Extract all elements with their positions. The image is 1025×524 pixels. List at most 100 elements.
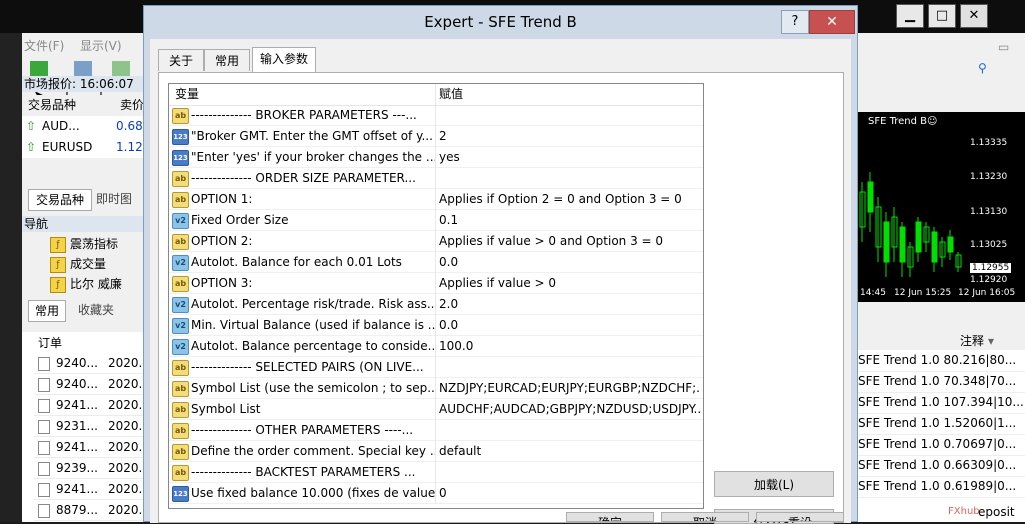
parameter-value[interactable]: NZDJPY;EURCAD;EURJPY;EURGBP;NZDCHF;... <box>439 378 701 399</box>
parameter-row[interactable]: v2 Fixed Order Size 0.1 <box>169 210 703 231</box>
tab-about[interactable]: 关于 <box>158 49 204 71</box>
menu-file[interactable]: 文件(F) <box>24 37 64 54</box>
terminal-close-button[interactable]: ✕ <box>960 4 988 28</box>
order-id: 9240... <box>56 377 98 391</box>
terminal-minimize-button[interactable]: ▁ <box>896 4 924 28</box>
market-watch-row[interactable]: ⇧ AUD... 0.68... <box>22 116 154 137</box>
tab-inputs[interactable]: 输入参数 <box>252 47 316 73</box>
terminal-maximize-button[interactable]: □ <box>928 4 956 28</box>
tab-symbols[interactable]: 交易品种 <box>28 189 92 211</box>
order-row[interactable]: 9239... 2020.... <box>34 458 154 479</box>
navigator-item[interactable]: ƒ 震荡指标 <box>50 235 118 253</box>
parameter-value[interactable]: 2.0 <box>439 294 701 315</box>
parameter-row[interactable]: ab -------------- SELECTED PAIRS (ON LIVE… <box>169 357 703 378</box>
parameter-name: OPTION 1: <box>191 192 253 206</box>
parameter-value[interactable] <box>439 105 701 126</box>
reset-button[interactable]: 重设 <box>756 512 844 522</box>
col-order: 订单 <box>38 336 63 350</box>
close-button[interactable]: ✕ <box>809 10 855 34</box>
search-icon[interactable]: ⚲ <box>978 61 987 75</box>
parameter-value[interactable] <box>439 420 701 441</box>
parameter-row[interactable]: ab Symbol List (use the semicolon ; to se… <box>169 378 703 399</box>
col-comment: 注释 <box>960 334 985 348</box>
parameter-value[interactable]: Applies if value > 0 and Option 3 = 0 <box>439 231 701 252</box>
market-watch-row[interactable]: ⇧ EURUSD 1.12... <box>22 137 154 158</box>
parameter-value[interactable]: Applies if value > 0 <box>439 273 701 294</box>
ok-button[interactable]: 确定 <box>566 512 654 522</box>
parameter-row[interactable]: v2 Min. Virtual Balance (used if balance … <box>169 315 703 336</box>
string-type-icon: ab <box>172 108 189 124</box>
order-row[interactable]: 8879... 2020.... <box>34 500 154 521</box>
help-button[interactable]: ? <box>781 10 809 34</box>
indicator-folder-icon: ƒ <box>50 256 66 273</box>
parameter-value[interactable]: 2 <box>439 126 701 147</box>
parameter-value[interactable]: default <box>439 441 701 462</box>
restore-icon[interactable]: ▭ <box>998 40 1009 54</box>
parameter-value[interactable] <box>439 168 701 189</box>
parameter-row[interactable]: ab OPTION 1: Applies if Option 2 = 0 and O… <box>169 189 703 210</box>
col-divider <box>435 357 436 378</box>
parameter-row[interactable]: ab OPTION 2: Applies if value > 0 and Opti… <box>169 231 703 252</box>
cancel-button[interactable]: 取消 <box>661 512 749 522</box>
parameter-row[interactable]: ab -------------- ORDER SIZE PARAMETER... <box>169 168 703 189</box>
order-doc-icon <box>38 462 50 476</box>
parameter-row[interactable]: ab OPTION 3: Applies if value > 0 <box>169 273 703 294</box>
order-row[interactable]: 9240... 2020.... <box>34 374 154 395</box>
price-label: 1.13230 <box>970 172 1008 182</box>
parameter-value[interactable]: 0.1 <box>439 210 701 231</box>
symbol-name: AUD... <box>42 119 80 133</box>
parameter-row[interactable]: v2 Autolot. Percentage risk/trade. Risk a… <box>169 294 703 315</box>
parameter-value[interactable]: 0 <box>439 483 701 504</box>
parameter-row[interactable]: v2 Autolot. Balance for each 0.01 Lots 0.0 <box>169 252 703 273</box>
parameter-value[interactable]: 0.0 <box>439 252 701 273</box>
parameter-row[interactable]: 123 Use fixed balance 10.000 (fixes de va… <box>169 483 703 504</box>
order-row[interactable]: 9231... 2020.... <box>34 416 154 437</box>
price-chart[interactable]: SFE Trend B☺ 1.13335 1.13230 1.13130 1.1… <box>858 112 1025 302</box>
time-label: 14:45 <box>860 288 886 298</box>
time-label: 12 Jun 15:25 <box>894 288 952 298</box>
tab-tick-chart[interactable]: 即时图 <box>96 189 144 209</box>
load-button[interactable]: 加载(L) <box>714 471 834 497</box>
up-arrow-icon: ⇧ <box>26 119 37 133</box>
menu-view[interactable]: 显示(V) <box>80 37 122 54</box>
navigator-item[interactable]: ƒ 成交量 <box>50 255 106 273</box>
order-row[interactable]: 9241... 2020.... <box>34 479 154 500</box>
parameter-name: OPTION 3: <box>191 276 253 290</box>
parameter-value[interactable]: Applies if Option 2 = 0 and Option 3 = 0 <box>439 189 701 210</box>
order-id: 9239... <box>56 461 98 475</box>
parameter-name: Min. Virtual Balance (used if balance is… <box>191 318 435 332</box>
col-divider <box>435 294 436 315</box>
order-row[interactable]: 9241... 2020.... <box>34 437 154 458</box>
parameter-row[interactable]: v2 Autolot. Balance percentage to conside… <box>169 336 703 357</box>
string-type-icon: ab <box>172 423 189 439</box>
string-type-icon: ab <box>172 192 189 208</box>
order-row[interactable]: 9240... 2020.... <box>34 353 154 374</box>
parameter-row[interactable]: ab -------------- BACKTEST PARAMETERS ... <box>169 462 703 483</box>
string-type-icon: ab <box>172 276 189 292</box>
note-row: SFE Trend 1.0 80.216|80... <box>858 350 1025 372</box>
parameter-value[interactable]: AUDCHF;AUDCAD;GBPJPY;NZDUSD;USDJPY... <box>439 399 701 420</box>
price-label: 1.13025 <box>970 240 1008 250</box>
scroll-down-icon[interactable]: ▾ <box>988 332 994 350</box>
parameter-row[interactable]: ab -------------- BROKER PARAMETERS ---..… <box>169 105 703 126</box>
parameter-value[interactable]: yes <box>439 147 701 168</box>
dialog-title: Expert - SFE Trend B <box>424 13 577 31</box>
current-price-label: 1.12955 <box>970 263 1012 273</box>
tab-common[interactable]: 常用 <box>28 300 66 322</box>
parameter-row[interactable]: ab Define the order comment. Special key … <box>169 441 703 462</box>
parameter-row[interactable]: ab Symbol List AUDCHF;AUDCAD;GBPJPY;NZDUSD… <box>169 399 703 420</box>
parameter-row[interactable]: 123 "Enter 'yes' if your broker changes t… <box>169 147 703 168</box>
tab-common[interactable]: 常用 <box>204 49 250 71</box>
parameter-name: Autolot. Balance percentage to conside..… <box>191 339 435 353</box>
parameter-value[interactable] <box>439 357 701 378</box>
navigator-item[interactable]: ƒ 比尔 威廉 <box>50 275 122 293</box>
parameter-value[interactable]: 100.0 <box>439 336 701 357</box>
parameter-value[interactable]: 0.0 <box>439 315 701 336</box>
order-row[interactable]: 9241... 2020.... <box>34 395 154 416</box>
order-id: 8879... <box>56 503 98 517</box>
parameter-row[interactable]: ab -------------- OTHER PARAMETERS ----..… <box>169 420 703 441</box>
parameter-value[interactable] <box>439 462 701 483</box>
notes-footer: FXhub eposit <box>948 502 1025 522</box>
parameter-row[interactable]: 123 "Broker GMT. Enter the GMT offset of … <box>169 126 703 147</box>
tab-favorites[interactable]: 收藏夹 <box>78 300 138 320</box>
